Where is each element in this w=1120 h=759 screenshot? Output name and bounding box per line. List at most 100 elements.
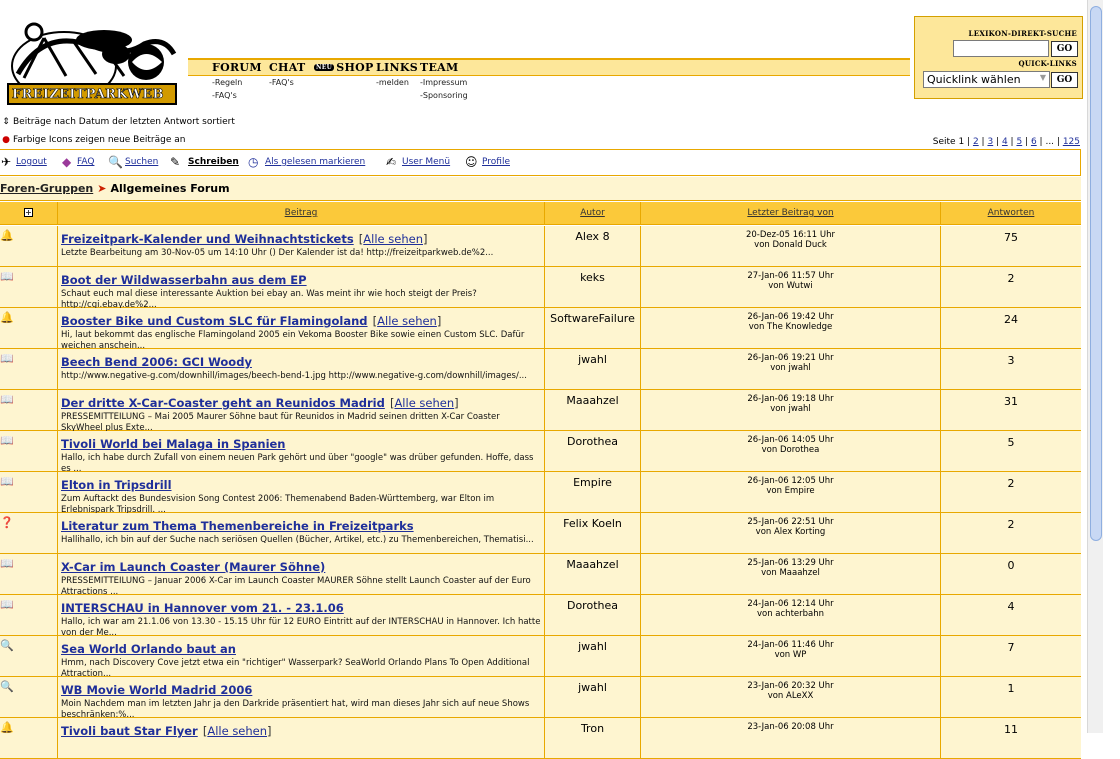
- topic-author[interactable]: SoftwareFailure: [545, 308, 641, 349]
- last-post-cell[interactable]: 24-Jan-06 12:14 Uhr von achterbahn: [641, 595, 941, 636]
- topic-title-link[interactable]: WB Movie World Madrid 2006: [61, 683, 252, 697]
- topic-title-link[interactable]: Beech Bend 2006: GCI Woody: [61, 355, 252, 369]
- topic-title-link[interactable]: Booster Bike und Custom SLC für Flamingo…: [61, 314, 368, 328]
- topic-author[interactable]: jwahl: [545, 677, 641, 718]
- table-row[interactable]: 🔍 WB Movie World Madrid 2006 Moin Nachdem …: [0, 677, 1081, 718]
- nav-team[interactable]: TEAM: [420, 61, 458, 74]
- logout-link[interactable]: Logout: [16, 157, 47, 167]
- topic-title-link[interactable]: Elton in Tripsdrill: [61, 478, 172, 492]
- last-post-cell[interactable]: 26-Jan-06 19:21 Uhr von jwahl: [641, 349, 941, 390]
- lexikon-search-input[interactable]: [953, 40, 1049, 57]
- topic-author[interactable]: Dorothea: [545, 431, 641, 472]
- table-row[interactable]: 📖 Der dritte X-Car-Coaster geht an Reunid…: [0, 390, 1081, 431]
- page-link[interactable]: 5: [1016, 137, 1022, 147]
- nav-sub-faqs-forum[interactable]: -FAQ's: [212, 91, 237, 100]
- topic-author[interactable]: Alex 8: [545, 226, 641, 267]
- header-autor[interactable]: Autor: [545, 202, 641, 225]
- topic-author[interactable]: Dorothea: [545, 595, 641, 636]
- table-row[interactable]: 📖 Tivoli World bei Malaga in Spanien Hallo…: [0, 431, 1081, 472]
- breadcrumb-parent[interactable]: Foren-Gruppen: [0, 182, 93, 195]
- row-icon-cell: 🔔: [0, 718, 58, 759]
- table-row[interactable]: ❓ Literatur zum Thema Themenbereiche in F…: [0, 513, 1081, 554]
- topic-title-link[interactable]: Der dritte X-Car-Coaster geht an Reunido…: [61, 396, 385, 410]
- row-icon-cell: 📖: [0, 554, 58, 595]
- topic-title-link[interactable]: Literatur zum Thema Themenbereiche in Fr…: [61, 519, 414, 533]
- page-link[interactable]: 4: [1002, 137, 1008, 147]
- see-all-link[interactable]: Alle sehen: [207, 724, 267, 738]
- topic-author[interactable]: jwahl: [545, 636, 641, 677]
- expand-all-button[interactable]: +: [0, 202, 58, 225]
- last-post-cell[interactable]: 25-Jan-06 13:29 Uhr von Maaahzel: [641, 554, 941, 595]
- topic-title-link[interactable]: Boot der Wildwasserbahn aus dem EP: [61, 273, 307, 287]
- see-all-link[interactable]: Alle sehen: [377, 314, 437, 328]
- table-row[interactable]: 📖 Beech Bend 2006: GCI Woody http://www.ne…: [0, 349, 1081, 390]
- page-link[interactable]: 6: [1031, 137, 1037, 147]
- topic-author[interactable]: Felix Koeln: [545, 513, 641, 554]
- table-row[interactable]: 📖 X-Car im Launch Coaster (Maurer Söhne) P…: [0, 554, 1081, 595]
- last-post-cell[interactable]: 24-Jan-06 11:46 Uhr von WP: [641, 636, 941, 677]
- header-antworten[interactable]: Antworten: [941, 202, 1081, 225]
- vertical-scrollbar[interactable]: [1087, 0, 1103, 733]
- topic-title-link[interactable]: Sea World Orlando baut an: [61, 642, 236, 656]
- quicklinks-title: QUICK-LINKS: [1018, 59, 1077, 68]
- faq-link[interactable]: FAQ: [77, 157, 94, 167]
- last-post-cell[interactable]: 26-Jan-06 19:42 Uhr von The Knowledge: [641, 308, 941, 349]
- nav-sub-impressum[interactable]: -Impressum: [420, 78, 467, 87]
- nav-sub-sponsoring[interactable]: -Sponsoring: [420, 91, 468, 100]
- table-row[interactable]: 🔔 Tivoli baut Star Flyer [Alle sehen] Tron…: [0, 718, 1081, 759]
- last-post-cell[interactable]: 27-Jan-06 11:57 Uhr von Wutwi: [641, 267, 941, 308]
- nav-chat[interactable]: CHAT: [269, 61, 305, 74]
- topic-title-link[interactable]: X-Car im Launch Coaster (Maurer Söhne): [61, 560, 325, 574]
- table-row[interactable]: 🔔 Booster Bike und Custom SLC für Flaming…: [0, 308, 1081, 349]
- last-post-cell[interactable]: 23-Jan-06 20:08 Uhr: [641, 718, 941, 759]
- table-row[interactable]: 📖 INTERSCHAU in Hannover vom 21. - 23.1.0…: [0, 595, 1081, 636]
- search-link[interactable]: Suchen: [125, 157, 158, 167]
- page-link-last[interactable]: 125: [1063, 137, 1080, 147]
- topic-author[interactable]: Empire: [545, 472, 641, 513]
- quicklink-go-button[interactable]: GO: [1051, 72, 1078, 88]
- mark-read-link[interactable]: Als gelesen markieren: [265, 157, 365, 167]
- last-post-cell[interactable]: 26-Jan-06 12:05 Uhr von Empire: [641, 472, 941, 513]
- topic-author[interactable]: Maaahzel: [545, 554, 641, 595]
- topic-author[interactable]: Maaahzel: [545, 390, 641, 431]
- reply-count: 75: [1004, 231, 1018, 244]
- last-post-cell[interactable]: 26-Jan-06 14:05 Uhr von Dorothea: [641, 431, 941, 472]
- topic-title-link[interactable]: Freizeitpark-Kalender und Weihnachtstick…: [61, 232, 354, 246]
- table-row[interactable]: 📖 Elton in Tripsdrill Zum Auftackt des Bun…: [0, 472, 1081, 513]
- user-menu-link[interactable]: User Menü: [402, 157, 450, 167]
- page-link[interactable]: 2: [973, 137, 979, 147]
- see-all-link[interactable]: Alle sehen: [394, 396, 454, 410]
- write-link[interactable]: Schreiben: [188, 157, 239, 167]
- profile-link[interactable]: Profile: [482, 157, 510, 167]
- last-post-cell[interactable]: 26-Jan-06 19:18 Uhr von jwahl: [641, 390, 941, 431]
- topic-title-link[interactable]: Tivoli baut Star Flyer: [61, 724, 198, 738]
- table-row[interactable]: 📖 Boot der Wildwasserbahn aus dem EP Schau…: [0, 267, 1081, 308]
- nav-shop[interactable]: NEU SHOP: [314, 61, 374, 74]
- row-icon-cell: 🔔: [0, 308, 58, 349]
- last-post-cell[interactable]: 23-Jan-06 20:32 Uhr von ALeXX: [641, 677, 941, 718]
- nav-sub-regeln[interactable]: -Regeln: [212, 78, 242, 87]
- topic-title-link[interactable]: Tivoli World bei Malaga in Spanien: [61, 437, 286, 451]
- see-all-link[interactable]: Alle sehen: [363, 232, 423, 246]
- lexikon-go-button[interactable]: GO: [1051, 41, 1078, 57]
- topic-title-link[interactable]: INTERSCHAU in Hannover vom 21. - 23.1.06: [61, 601, 344, 615]
- freizeitparkweb-logo[interactable]: FREIZEITPARKWEB: [4, 18, 180, 106]
- header-letzter-beitrag[interactable]: Letzter Beitrag von: [641, 202, 941, 225]
- header-beitrag[interactable]: Beitrag: [58, 202, 545, 225]
- topic-author[interactable]: Tron: [545, 718, 641, 759]
- nav-sub-melden[interactable]: -melden: [376, 78, 409, 87]
- color-info: ● Farbige Icons zeigen neue Beiträge an: [1, 135, 185, 145]
- topic-author[interactable]: jwahl: [545, 349, 641, 390]
- topic-author[interactable]: keks: [545, 267, 641, 308]
- table-row[interactable]: 🔔 Freizeitpark-Kalender und Weihnachtstic…: [0, 226, 1081, 267]
- last-post-cell[interactable]: 20-Dez-05 16:11 Uhr von Donald Duck: [641, 226, 941, 267]
- page-link[interactable]: 3: [987, 137, 993, 147]
- nav-links[interactable]: LINKS: [376, 61, 418, 74]
- nav-sub-faqs-chat[interactable]: -FAQ's: [269, 78, 294, 87]
- nav-forum[interactable]: FORUM: [212, 61, 262, 74]
- table-row[interactable]: 🔍 Sea World Orlando baut an Hmm, nach Disc…: [0, 636, 1081, 677]
- quicklink-select[interactable]: Quicklink wählen ▼: [923, 71, 1050, 88]
- last-post-cell[interactable]: 25-Jan-06 22:51 Uhr von Alex Korting: [641, 513, 941, 554]
- scrollbar-thumb[interactable]: [1090, 6, 1102, 541]
- last-post-date: 24-Jan-06 12:14 Uhr: [747, 599, 834, 609]
